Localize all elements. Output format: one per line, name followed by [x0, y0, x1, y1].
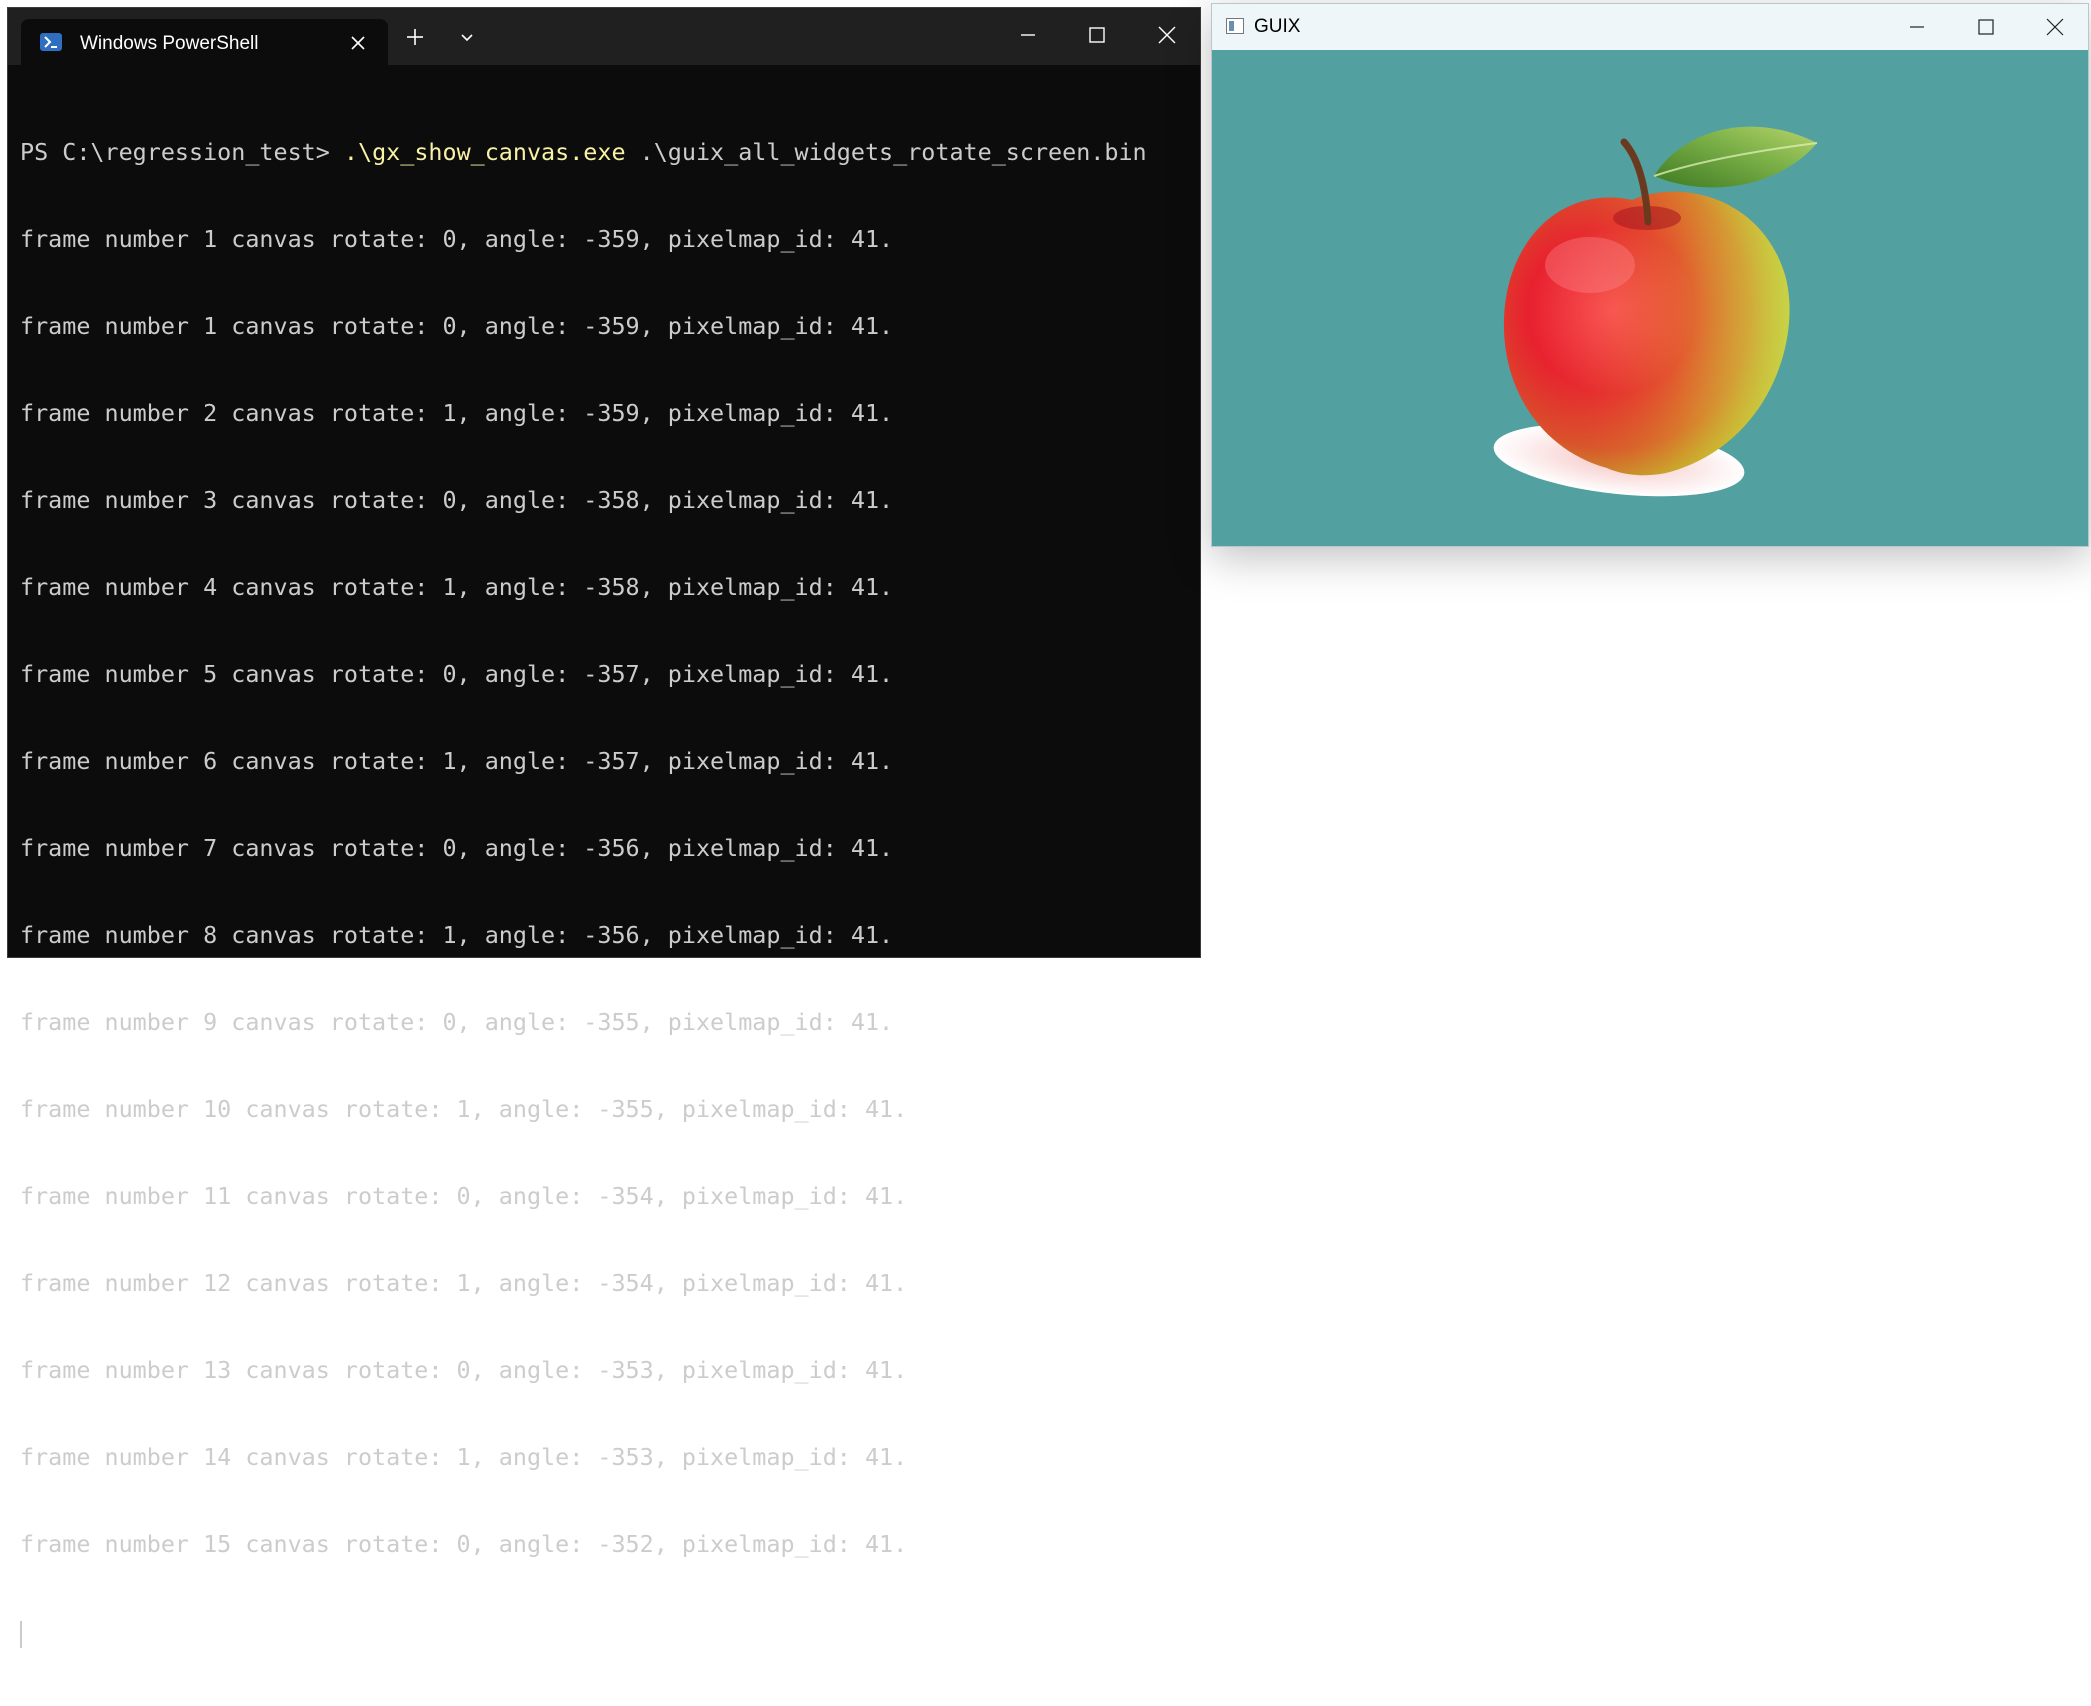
command-argument: .\guix_all_widgets_rotate_screen.bin — [625, 138, 1147, 166]
powershell-icon — [40, 33, 62, 51]
output-line: frame number 5 canvas rotate: 0, angle: … — [20, 660, 894, 688]
text-cursor — [20, 1621, 22, 1648]
close-tab-icon[interactable] — [348, 33, 368, 53]
tab-windows-powershell[interactable]: Windows PowerShell — [21, 19, 388, 71]
chevron-down-icon[interactable] — [457, 28, 477, 48]
output-line: frame number 12 canvas rotate: 1, angle:… — [20, 1269, 908, 1297]
output-line: frame number 8 canvas rotate: 1, angle: … — [20, 921, 894, 949]
close-icon[interactable] — [2043, 15, 2067, 39]
terminal-titlebar[interactable]: Windows PowerShell — [8, 8, 1200, 71]
output-line: frame number 3 canvas rotate: 0, angle: … — [20, 486, 894, 514]
minimize-icon[interactable] — [1905, 15, 1929, 39]
apple-image — [1493, 126, 1818, 497]
output-line: frame number 9 canvas rotate: 0, angle: … — [20, 1008, 894, 1036]
output-line: frame number 4 canvas rotate: 1, angle: … — [20, 573, 894, 601]
output-line: frame number 2 canvas rotate: 1, angle: … — [20, 399, 894, 427]
output-line: frame number 1 canvas rotate: 0, angle: … — [20, 312, 894, 340]
terminal-output[interactable]: PS C:\regression_test> .\gx_show_canvas.… — [20, 80, 1190, 1648]
output-line: frame number 7 canvas rotate: 0, angle: … — [20, 834, 894, 862]
guix-window[interactable]: GUIX — [1211, 3, 2089, 547]
maximize-icon[interactable] — [1085, 23, 1109, 47]
output-line: frame number 10 canvas rotate: 1, angle:… — [20, 1095, 908, 1123]
output-line: frame number 15 canvas rotate: 0, angle:… — [20, 1530, 908, 1558]
maximize-icon[interactable] — [1974, 15, 1998, 39]
plus-icon[interactable] — [405, 27, 425, 47]
command-line: PS C:\regression_test> .\gx_show_canvas.… — [20, 138, 1190, 167]
guix-app-icon — [1226, 18, 1244, 34]
minimize-icon[interactable] — [1016, 23, 1040, 47]
guix-window-title: GUIX — [1254, 16, 1301, 37]
prompt: PS C:\regression_test> — [20, 138, 344, 166]
command-executable: .\gx_show_canvas.exe — [343, 138, 626, 166]
output-line: frame number 1 canvas rotate: 0, angle: … — [20, 225, 894, 253]
output-line: frame number 13 canvas rotate: 0, angle:… — [20, 1356, 908, 1384]
close-icon[interactable] — [1155, 23, 1179, 47]
guix-canvas[interactable] — [1212, 50, 2088, 546]
tab-title: Windows PowerShell — [80, 33, 259, 54]
powershell-window[interactable]: Windows PowerShell PS C:\regression_test… — [7, 7, 1201, 1648]
guix-titlebar[interactable]: GUIX — [1212, 4, 2088, 50]
output-line: frame number 14 canvas rotate: 1, angle:… — [20, 1443, 908, 1471]
output-line: frame number 11 canvas rotate: 0, angle:… — [20, 1182, 908, 1210]
output-line: frame number 6 canvas rotate: 1, angle: … — [20, 747, 894, 775]
